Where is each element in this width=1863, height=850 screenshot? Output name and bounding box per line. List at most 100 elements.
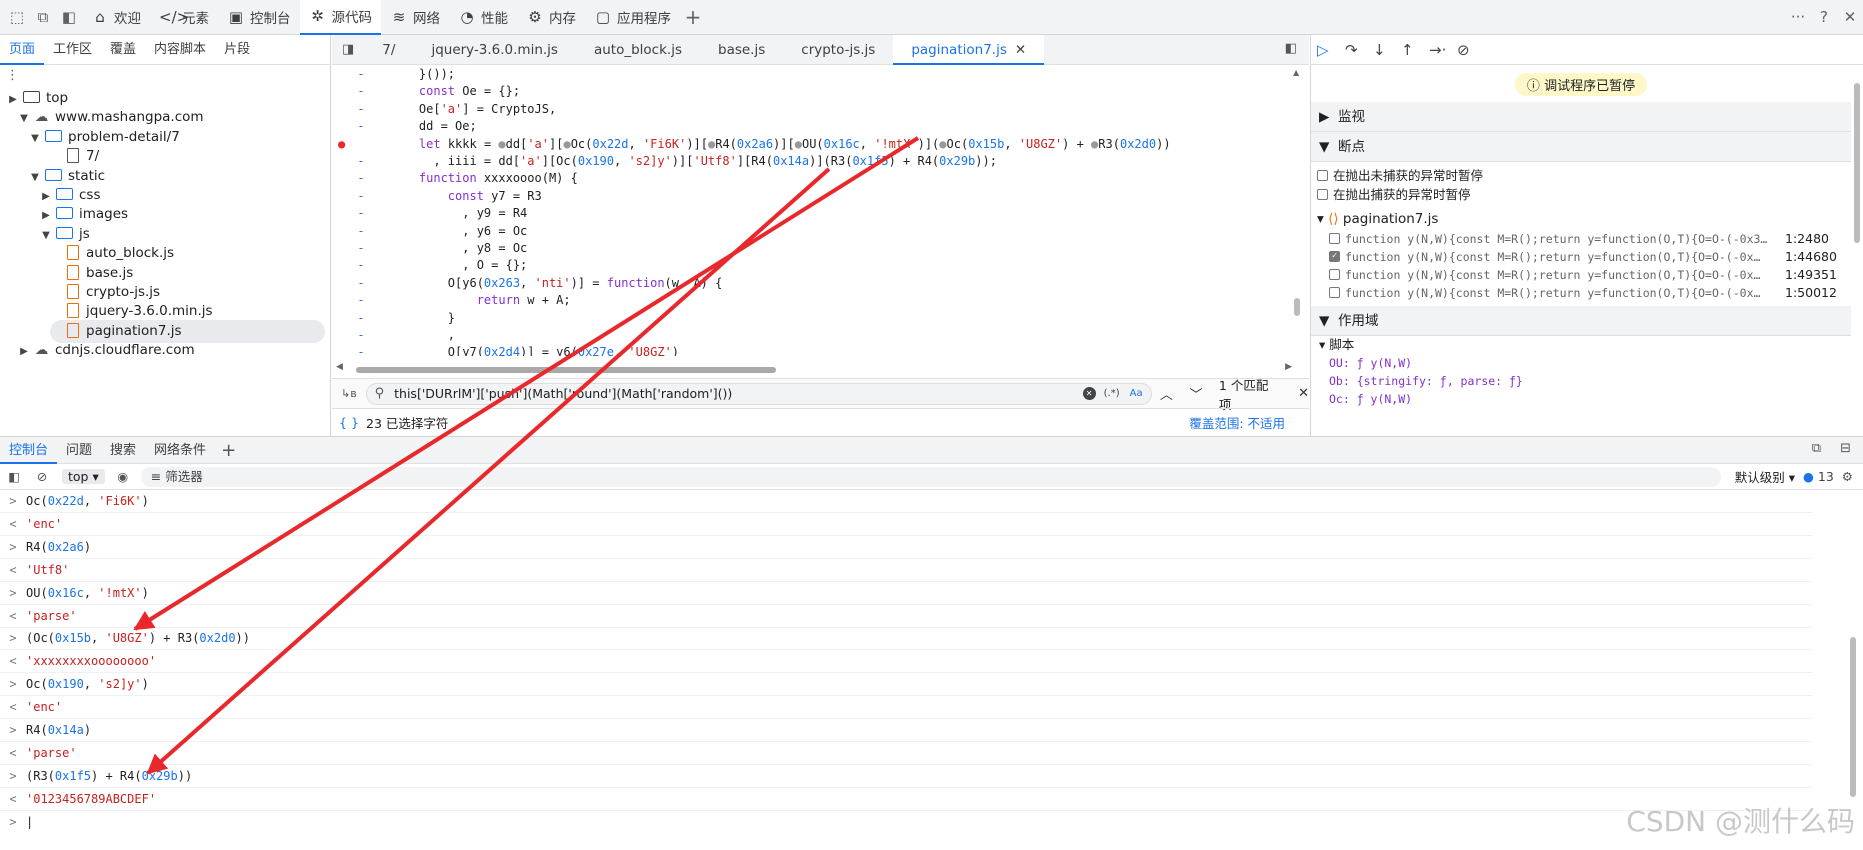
previous-match-icon[interactable]: ︿ xyxy=(1152,384,1182,403)
console-output-row[interactable]: < '0123456789ABCDEF' xyxy=(0,788,1812,811)
editor-horizontal-scrollbar[interactable]: ◀ ▶ xyxy=(332,362,1292,375)
line-gutter[interactable]: ● xyxy=(332,136,390,153)
console-input-row[interactable]: > OU(0x16c, '!mtX') xyxy=(0,582,1812,605)
line-gutter[interactable]: - xyxy=(332,153,390,170)
add-tab-button[interactable]: + xyxy=(680,5,706,29)
line-gutter[interactable]: - xyxy=(332,344,390,356)
pause-caught-checkbox[interactable]: 在抛出捕获的异常时暂停 xyxy=(1317,185,1845,204)
close-devtools-icon[interactable]: ✕ xyxy=(1837,8,1863,26)
expand-arrow-icon[interactable]: ▶ xyxy=(17,340,31,363)
code-area[interactable]: - }()); - const Oe = {}; - Oe['a'] = Crypt… xyxy=(332,66,1292,356)
editor-tab[interactable]: base.js xyxy=(700,35,783,65)
coverage-link[interactable]: 覆盖范围: 不适用 xyxy=(1189,413,1285,432)
editor-tab[interactable]: crypto-js.js xyxy=(783,35,893,65)
line-gutter[interactable]: - xyxy=(332,327,390,344)
breakpoint-checkbox[interactable] xyxy=(1329,269,1340,280)
drawer-tab[interactable]: 问题 xyxy=(57,437,101,464)
navigator-tab[interactable]: 片段 xyxy=(215,35,259,65)
sidebar-toggle-icon[interactable]: ◧ xyxy=(0,469,28,484)
resume-icon[interactable]: ▷ xyxy=(1317,41,1345,59)
console-settings-icon[interactable]: ⚙ xyxy=(1842,469,1853,484)
navigator-tab[interactable]: 内容脚本 xyxy=(145,35,215,65)
console-input-row[interactable]: > Oc(0x22d, 'Fi6K') xyxy=(0,490,1812,513)
line-gutter[interactable]: - xyxy=(332,170,390,187)
inspect-icon[interactable]: ⬚ xyxy=(4,8,30,26)
line-gutter[interactable]: - xyxy=(332,118,390,135)
dock-side-icon[interactable]: ◧ xyxy=(56,8,82,26)
console-output-row[interactable]: < 'Utf8' xyxy=(0,559,1812,582)
more-options-icon[interactable]: ··· xyxy=(1785,8,1811,26)
editor-tab[interactable]: 7/ xyxy=(364,35,413,65)
console-filter-input[interactable]: ≡ 筛选器 xyxy=(140,466,1721,487)
regex-toggle[interactable]: (.*) xyxy=(1104,388,1120,399)
console-output-row[interactable]: < 'parse' xyxy=(0,742,1812,765)
console-output-row[interactable]: < 'enc' xyxy=(0,513,1812,536)
step-out-icon[interactable]: ↑ xyxy=(1401,41,1429,59)
watch-section-header[interactable]: ▶ 监视 xyxy=(1311,102,1851,132)
tree-item[interactable]: ▶ ☁ cdnjs.cloudflare.com xyxy=(17,339,195,362)
tab-code[interactable]: </> 元素 xyxy=(150,0,218,35)
tab-app[interactable]: ▢ 应用程序 xyxy=(585,0,680,35)
line-gutter[interactable]: - xyxy=(332,205,390,222)
navigator-tab[interactable]: 覆盖 xyxy=(101,35,145,65)
tab-gear[interactable]: ⚙ 内存 xyxy=(517,0,585,35)
code-line[interactable]: - O[y7(0x2d4)] = y6(0x27e, 'U8GZ') xyxy=(332,344,679,356)
search-input[interactable]: ⚲ this['DURrlM']['push'](Math['round'](M… xyxy=(365,382,1152,405)
breakpoint-file-group[interactable]: ▾ ⟨⟩ pagination7.js xyxy=(1311,208,1851,230)
expand-arrow-icon[interactable]: ▼ xyxy=(28,127,42,150)
breakpoint-checkbox[interactable] xyxy=(1329,233,1340,244)
navigator-tab[interactable]: 页面 xyxy=(0,35,45,65)
code-line[interactable]: ● let kkkk = ●dd['a'][●Oc(0x22d, 'Fi6K')… xyxy=(332,136,1171,153)
log-level-select[interactable]: 默认级别 ▾ xyxy=(1735,467,1795,486)
code-line[interactable]: - } xyxy=(332,310,455,327)
code-line[interactable]: - function xxxxoooo(M) { xyxy=(332,170,577,187)
scope-section-header[interactable]: ▼ 作用域 xyxy=(1311,306,1851,336)
scope-variable[interactable]: Ob: {stringify: ƒ, parse: ƒ} xyxy=(1319,372,1851,390)
pretty-print-icon[interactable]: { } xyxy=(332,415,366,430)
close-search-icon[interactable]: ✕ xyxy=(1298,386,1309,401)
issues-counter[interactable]: ● 13 xyxy=(1803,469,1834,484)
navigator-menu-icon[interactable]: ⋮ xyxy=(0,65,330,87)
breakpoint-checkbox[interactable] xyxy=(1329,287,1340,298)
undock-drawer-icon[interactable]: ⧉ xyxy=(1812,441,1821,456)
tab-bug[interactable]: ✲ 源代码 xyxy=(299,0,381,35)
script-scope[interactable]: ▾ 脚本 xyxy=(1319,336,1851,354)
pause-uncaught-checkbox[interactable]: 在抛出未捕获的异常时暂停 xyxy=(1317,166,1845,185)
console-output-row[interactable]: < 'enc' xyxy=(0,696,1812,720)
drawer-tab[interactable]: 网络条件 xyxy=(145,437,215,464)
console-input-row[interactable]: > R4(0x14a) xyxy=(0,719,1812,742)
tab-wifi[interactable]: ≋ 网络 xyxy=(381,0,449,35)
code-line[interactable]: - const y7 = R3 xyxy=(332,188,541,205)
breakpoints-section-header[interactable]: ▼ 断点 xyxy=(1311,132,1851,162)
breakpoint-item[interactable]: function y(N,W){const M=R();return y=fun… xyxy=(1311,284,1851,302)
drawer-tab[interactable]: 搜索 xyxy=(101,437,145,464)
step-over-icon[interactable]: ↷ xyxy=(1345,41,1373,59)
console-input-row[interactable]: > R4(0x2a6) xyxy=(0,536,1812,559)
editor-tab[interactable]: pagination7.js ✕ xyxy=(893,34,1045,65)
code-line[interactable]: - dd = Oe; xyxy=(332,118,476,135)
step-icon[interactable]: →· xyxy=(1429,41,1457,59)
code-line[interactable]: - , y6 = Oc xyxy=(332,223,527,240)
toggle-navigator-icon[interactable]: ◨ xyxy=(332,42,364,57)
breakpoint-item[interactable]: function y(N,W){const M=R();return y=fun… xyxy=(1311,230,1851,248)
line-gutter[interactable]: - xyxy=(332,310,390,327)
code-line[interactable]: - , iiii = dd['a'][Oc(0x190, 's2]y')]['U… xyxy=(332,153,997,170)
close-tab-icon[interactable]: ✕ xyxy=(1015,42,1026,58)
device-toolbar-icon[interactable]: ⧉ xyxy=(30,8,56,26)
console-prompt[interactable]: > | xyxy=(0,811,1812,834)
navigator-tab[interactable]: 工作区 xyxy=(44,35,101,65)
match-case-toggle[interactable]: Aa xyxy=(1130,388,1143,399)
code-line[interactable]: - }()); xyxy=(332,66,455,83)
line-gutter[interactable]: - xyxy=(332,66,390,83)
console-output-row[interactable]: < 'xxxxxxxxoooooooo' xyxy=(0,650,1812,674)
code-line[interactable]: - O[y6(0x263, 'nti')] = function(w, A) { xyxy=(332,275,722,292)
editor-tab[interactable]: jquery-3.6.0.min.js xyxy=(413,35,576,65)
line-gutter[interactable]: - xyxy=(332,240,390,257)
breakpoint-item[interactable]: ✓ function y(N,W){const M=R();return y=fu… xyxy=(1311,248,1851,266)
line-gutter[interactable]: - xyxy=(332,292,390,309)
code-line[interactable]: - , O = {}; xyxy=(332,257,527,274)
editor-vertical-scrollbar[interactable]: ▲ xyxy=(1293,66,1301,356)
scope-variable[interactable]: Oc: ƒ y(N,W) xyxy=(1319,390,1851,408)
replace-toggle-icon[interactable]: ↳ʙ xyxy=(332,387,366,400)
clear-console-icon[interactable]: ⊘ xyxy=(28,469,56,484)
